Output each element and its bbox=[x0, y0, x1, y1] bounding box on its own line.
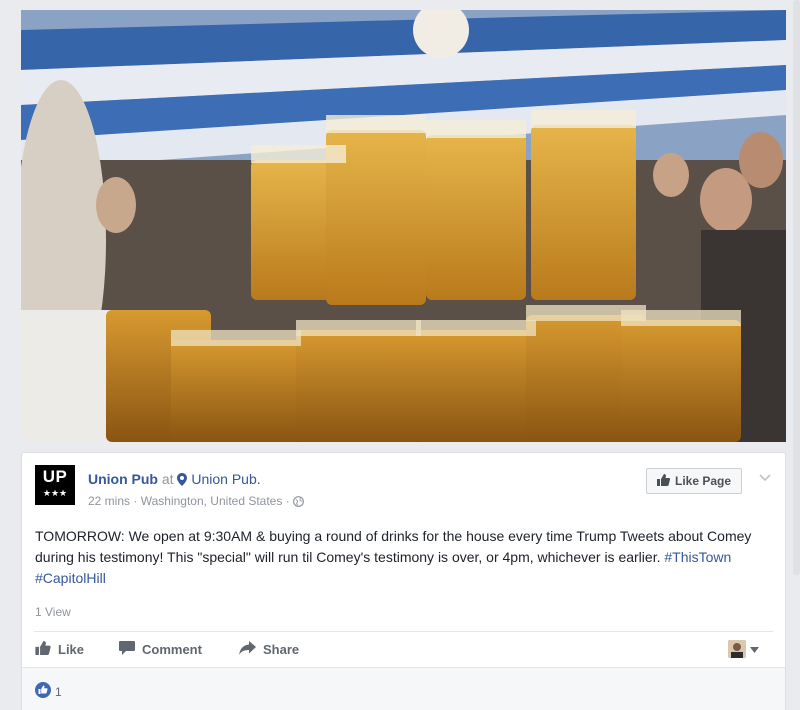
place-link[interactable]: Union Pub. bbox=[191, 471, 260, 487]
divider bbox=[34, 631, 773, 632]
hashtag-thistown[interactable]: #ThisTown bbox=[664, 549, 731, 565]
logo-stars: ★★★ bbox=[42, 488, 68, 498]
post-location: Washington, United States bbox=[140, 494, 283, 508]
post-time[interactable]: 22 mins bbox=[88, 494, 130, 508]
reaction-summary[interactable]: 1 bbox=[35, 682, 62, 701]
like-label: Like bbox=[58, 641, 85, 657]
comment-button[interactable]: Comment bbox=[119, 640, 239, 658]
comment-icon bbox=[119, 640, 135, 658]
post-header: Union Pub at Union Pub. bbox=[88, 470, 261, 490]
at-text: at bbox=[161, 471, 174, 487]
share-button[interactable]: Share bbox=[239, 640, 300, 658]
post-meta: 22 mins · Washington, United States · bbox=[88, 493, 304, 511]
share-icon bbox=[239, 640, 256, 658]
like-page-label: Like Page bbox=[675, 474, 732, 488]
meta-separator-2: · bbox=[285, 494, 290, 508]
post-actions: Like Comment Share bbox=[35, 639, 299, 659]
like-button[interactable]: Like bbox=[35, 640, 119, 658]
reaction-count: 1 bbox=[55, 684, 62, 699]
video-player[interactable] bbox=[21, 10, 786, 442]
like-page-button[interactable]: Like Page bbox=[646, 468, 743, 494]
scrollbar[interactable] bbox=[793, 0, 800, 575]
view-count: 1 View bbox=[35, 605, 71, 619]
location-pin-icon bbox=[177, 472, 188, 490]
post-text: TOMORROW: We open at 9:30AM & buying a r… bbox=[35, 526, 765, 589]
video-thumbnail bbox=[21, 10, 786, 442]
page-avatar[interactable]: UP ★★★ bbox=[35, 465, 75, 505]
caret-down-icon bbox=[750, 640, 759, 658]
meta-separator: · bbox=[133, 494, 138, 508]
actor-selector[interactable] bbox=[728, 640, 759, 658]
thumbs-up-icon bbox=[657, 473, 671, 489]
post-card: UP ★★★ Union Pub at Union Pub. 22 mins ·… bbox=[21, 452, 786, 710]
like-reaction-icon bbox=[35, 682, 51, 701]
comment-label: Comment bbox=[142, 641, 202, 657]
share-label: Share bbox=[263, 641, 300, 657]
logo-text: UP bbox=[42, 467, 68, 486]
thumbs-up-icon bbox=[35, 640, 51, 658]
chevron-down-icon[interactable] bbox=[759, 469, 771, 487]
globe-icon[interactable] bbox=[293, 495, 304, 511]
hashtag-capitolhill[interactable]: #CapitolHill bbox=[35, 570, 106, 586]
page-name-link[interactable]: Union Pub bbox=[88, 471, 158, 487]
post-text-main: TOMORROW: We open at 9:30AM & buying a r… bbox=[35, 528, 752, 565]
reactions-bar: 1 bbox=[22, 667, 785, 710]
avatar bbox=[728, 640, 746, 658]
